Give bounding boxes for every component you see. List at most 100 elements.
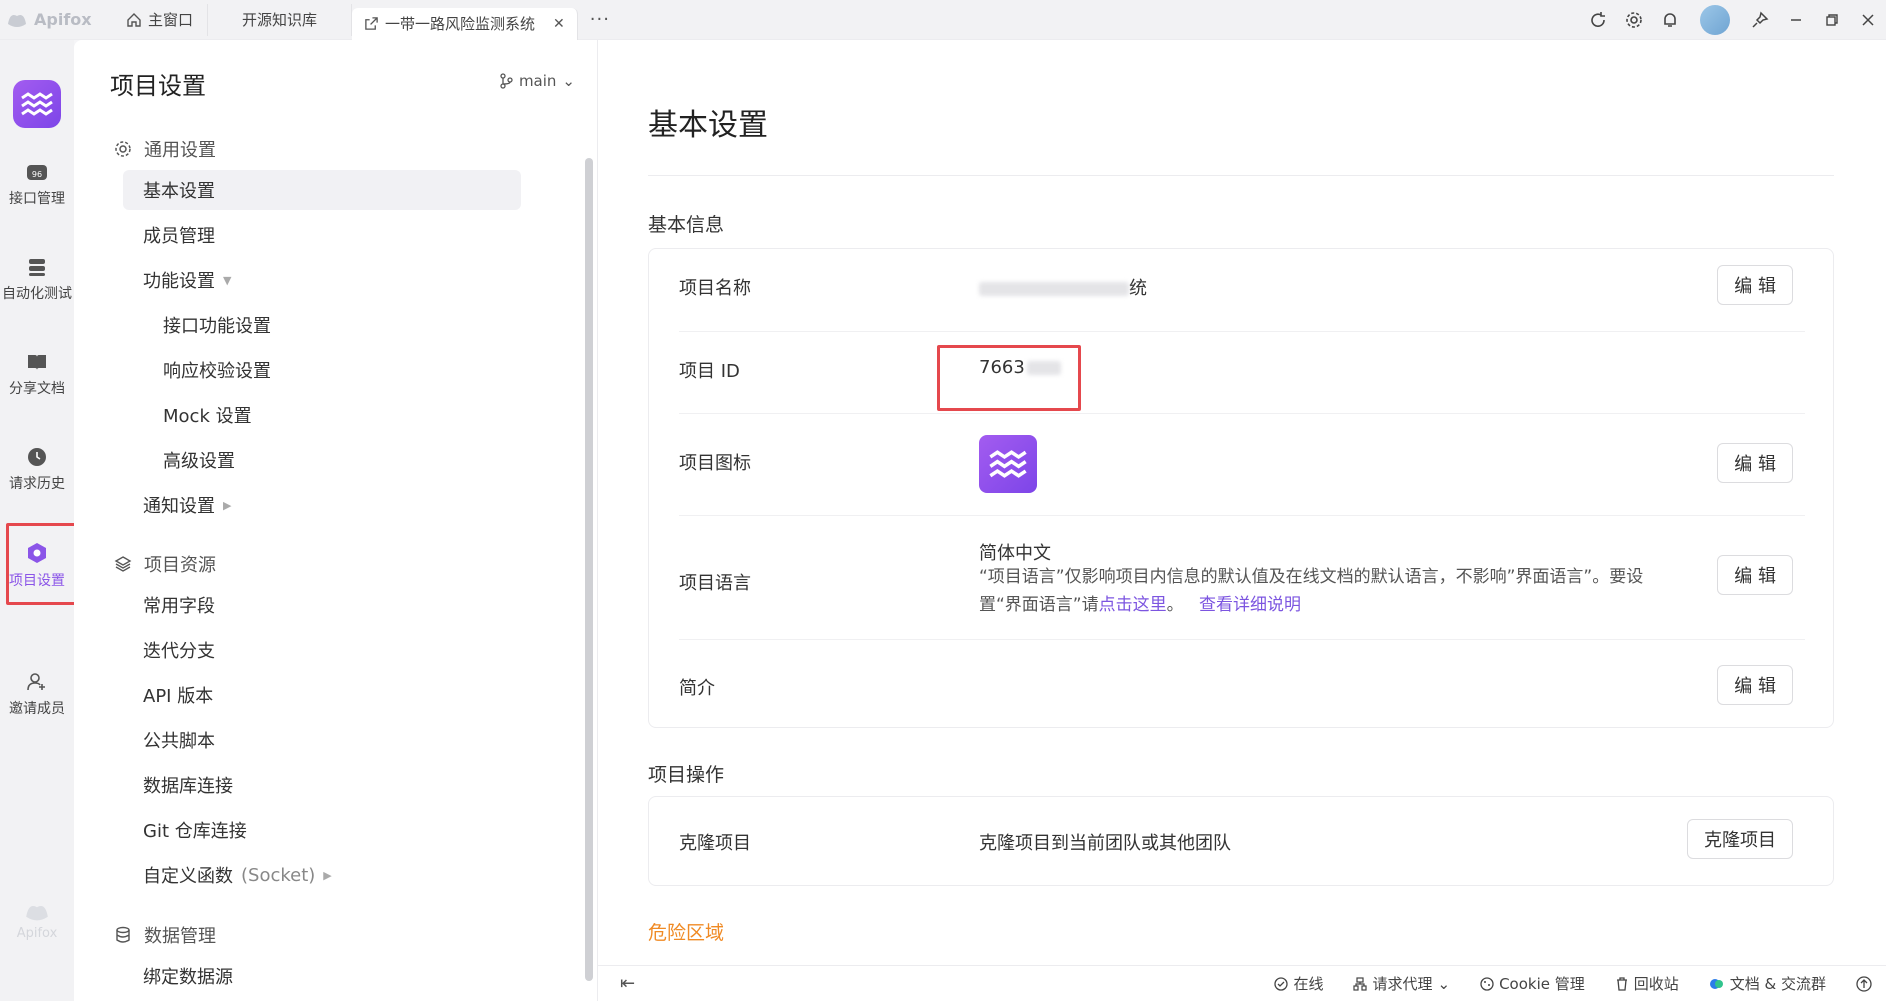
request-proxy-menu[interactable]: 请求代理 ⌄ bbox=[1353, 973, 1450, 994]
annotation-highlight-project-id bbox=[937, 345, 1081, 411]
minimize-icon[interactable] bbox=[1778, 0, 1814, 40]
nav-label: 响应校验设置 bbox=[163, 361, 271, 382]
online-status[interactable]: 在线 bbox=[1274, 973, 1323, 994]
rail-item-api[interactable]: 96 接口管理 bbox=[0, 162, 74, 208]
edit-name-button[interactable]: 编 辑 bbox=[1717, 265, 1793, 305]
project-icon-preview bbox=[979, 435, 1037, 493]
cookie-icon bbox=[1480, 976, 1494, 991]
nav-item-bind-datasource[interactable]: 绑定数据源 bbox=[123, 956, 521, 996]
docs-community[interactable]: 文档 & 交流群 bbox=[1709, 973, 1826, 994]
rail-item-invite[interactable]: 邀请成员 bbox=[0, 672, 74, 718]
click-here-link[interactable]: 点击这里 bbox=[1099, 595, 1167, 615]
nav-item-basic-settings[interactable]: 基本设置 bbox=[123, 170, 521, 210]
nav-label: 迭代分支 bbox=[143, 641, 215, 662]
row-divider bbox=[679, 331, 1805, 332]
nav-item-git-connection[interactable]: Git 仓库连接 bbox=[123, 810, 521, 850]
tab-main-window[interactable]: 主窗口 bbox=[112, 3, 209, 36]
row-divider bbox=[679, 515, 1805, 516]
chevron-down-icon: ⌄ bbox=[1437, 974, 1451, 993]
nav-label: 公共脚本 bbox=[143, 731, 215, 752]
nav-title: 项目设置 bbox=[110, 72, 206, 100]
project-icon-label: 项目图标 bbox=[679, 453, 751, 474]
home-icon bbox=[127, 12, 141, 27]
caret-right-icon: ▶ bbox=[223, 498, 232, 512]
book-icon bbox=[28, 355, 46, 370]
nav-label: API 版本 bbox=[143, 686, 214, 707]
nav-group-data: 数据管理 bbox=[114, 922, 216, 948]
nav-item-api-features[interactable]: 接口功能设置 bbox=[123, 305, 521, 345]
nav-item-branches[interactable]: 迭代分支 bbox=[123, 630, 521, 670]
nav-item-advanced[interactable]: 高级设置 bbox=[123, 440, 521, 480]
nav-item-response-check[interactable]: 响应校验设置 bbox=[123, 350, 521, 390]
view-details-link[interactable]: 查看详细说明 bbox=[1199, 595, 1301, 615]
clock-icon bbox=[28, 448, 46, 466]
nav-item-db-connection[interactable]: 数据库连接 bbox=[123, 765, 521, 805]
chat-bubble-icon bbox=[1709, 978, 1723, 989]
notification-bell-icon[interactable] bbox=[1652, 0, 1688, 40]
nav-label: 高级设置 bbox=[163, 451, 235, 472]
project-id-label: 项目 ID bbox=[679, 361, 740, 382]
nav-item-mock[interactable]: Mock 设置 bbox=[123, 395, 521, 435]
settings-gear-icon[interactable] bbox=[1616, 0, 1652, 40]
more-tabs-button[interactable]: ··· bbox=[578, 9, 622, 30]
edit-intro-button[interactable]: 编 辑 bbox=[1717, 665, 1793, 705]
tab-project[interactable]: 一带一路风险监测系统 ✕ bbox=[352, 7, 578, 40]
refresh-icon[interactable] bbox=[1580, 0, 1616, 40]
nav-label: 常用字段 bbox=[143, 596, 215, 617]
nav-label: 自定义函数 bbox=[143, 866, 233, 887]
redacted-text bbox=[979, 282, 1129, 296]
restore-window-icon[interactable] bbox=[1814, 0, 1850, 40]
project-logo-icon[interactable] bbox=[13, 80, 61, 128]
nav-item-members[interactable]: 成员管理 bbox=[123, 215, 521, 255]
nav-item-public-scripts[interactable]: 公共脚本 bbox=[123, 720, 521, 760]
close-tab-icon[interactable]: ✕ bbox=[553, 16, 565, 32]
scroll-top-icon[interactable] bbox=[1856, 975, 1872, 992]
project-language-value: 简体中文 bbox=[979, 543, 1051, 564]
pin-icon[interactable] bbox=[1742, 0, 1778, 40]
rail-label: 自动化测试 bbox=[2, 286, 72, 302]
apifox-logo-icon bbox=[26, 906, 48, 921]
section-title-operations: 项目操作 bbox=[648, 764, 725, 786]
apifox-logo-icon bbox=[8, 14, 26, 27]
close-window-icon[interactable] bbox=[1850, 0, 1886, 40]
branch-selector[interactable]: main ⌄ bbox=[499, 72, 575, 90]
rail-item-autotest[interactable]: 自动化测试 bbox=[0, 257, 74, 303]
network-icon bbox=[1353, 976, 1368, 991]
tab-knowledge-base[interactable]: 开源知识库 bbox=[208, 3, 353, 36]
nav-item-features[interactable]: 功能设置 ▼ bbox=[123, 260, 521, 300]
edit-language-button[interactable]: 编 辑 bbox=[1717, 555, 1793, 595]
nav-item-api-versions[interactable]: API 版本 bbox=[123, 675, 521, 715]
basic-info-card: 项目名称 统 编 辑 项目 ID 7663 项目图标 编 辑 项目语言 简体中文… bbox=[648, 248, 1834, 728]
rail-item-share-docs[interactable]: 分享文档 bbox=[0, 352, 74, 398]
nav-label: 成员管理 bbox=[143, 226, 215, 247]
status-label: 请求代理 bbox=[1372, 975, 1433, 993]
tab-label: 一带一路风险监测系统 bbox=[385, 15, 536, 33]
project-language-description: “项目语言”仅影响项目内信息的默认值及在线文档的默认语言，不影响”界面语言”。要… bbox=[979, 563, 1679, 619]
nav-group-general: 通用设置 bbox=[114, 136, 216, 162]
automation-test-icon bbox=[29, 259, 45, 276]
status-bar: ⇤ 在线 请求代理 ⌄ Cookie 管理 回收站 文档 & 交流群 bbox=[598, 965, 1886, 1001]
lang-desc-text: “项目语言”仅影响项目内信息的默认值及在线文档的默认语言，不影响”界面语言”。要… bbox=[979, 567, 1644, 615]
row-divider bbox=[679, 639, 1805, 640]
settings-nav-panel: 项目设置 main ⌄ 通用设置 基本设置 成员管理 功能设置 ▼ 接口功能设置 … bbox=[74, 40, 598, 1001]
user-avatar[interactable] bbox=[1700, 4, 1730, 35]
nav-label: 接口功能设置 bbox=[163, 316, 271, 337]
recycle-bin[interactable]: 回收站 bbox=[1615, 973, 1679, 994]
nav-item-common-fields[interactable]: 常用字段 bbox=[123, 585, 521, 625]
clone-project-button[interactable]: 克隆项目 bbox=[1687, 819, 1793, 859]
status-label: Cookie 管理 bbox=[1499, 975, 1585, 993]
collapse-sidebar-icon[interactable]: ⇤ bbox=[620, 973, 635, 994]
nav-label: 数据库连接 bbox=[143, 776, 233, 797]
page-title: 基本设置 bbox=[648, 108, 768, 143]
lang-desc-end: 。 bbox=[1166, 595, 1184, 615]
nav-item-custom-functions[interactable]: 自定义函数 (Socket) ▶ bbox=[123, 855, 521, 895]
add-user-icon bbox=[27, 673, 45, 691]
cookie-manager[interactable]: Cookie 管理 bbox=[1480, 973, 1585, 994]
group-label: 项目资源 bbox=[144, 555, 216, 576]
edit-icon-button[interactable]: 编 辑 bbox=[1717, 443, 1793, 483]
caret-down-icon: ▼ bbox=[223, 273, 232, 287]
rail-item-history[interactable]: 请求历史 bbox=[0, 447, 74, 493]
nav-scrollbar[interactable] bbox=[585, 158, 593, 981]
project-language-label: 项目语言 bbox=[679, 573, 751, 594]
nav-item-notify[interactable]: 通知设置 ▶ bbox=[123, 485, 521, 525]
